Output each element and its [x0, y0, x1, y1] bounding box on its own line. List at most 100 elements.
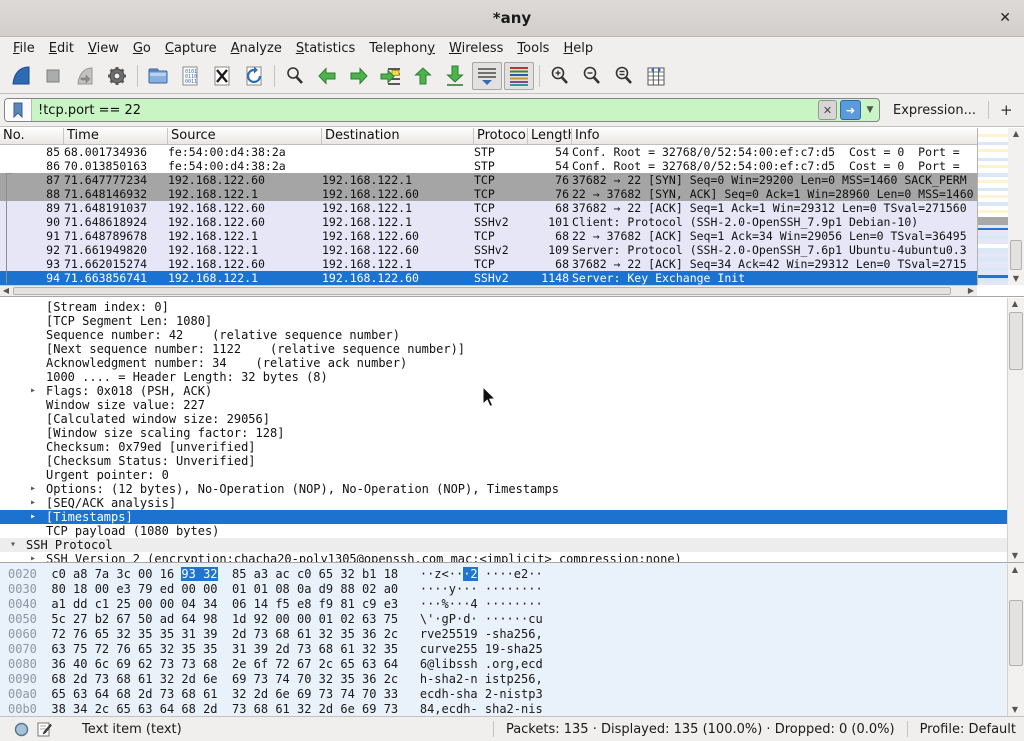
open-file-icon[interactable] — [143, 62, 173, 90]
close-window-button[interactable]: ✕ — [999, 0, 1011, 36]
hex-row[interactable]: 0080 36 40 6c 69 62 73 73 68 2e 6f 72 67… — [8, 657, 543, 672]
expand-icon[interactable]: ▸ — [30, 482, 36, 496]
packet-row[interactable]: 9471.663856741192.168.122.1192.168.122.6… — [0, 271, 977, 285]
column-header-info[interactable]: Info — [572, 128, 1007, 144]
scroll-right-arrow[interactable]: ▶ — [965, 286, 977, 296]
packet-row[interactable]: 8871.648146932192.168.122.1192.168.122.6… — [0, 187, 977, 201]
capture-options-icon[interactable] — [102, 62, 132, 90]
menu-telephony[interactable]: Telephony — [362, 40, 442, 57]
add-filter-button[interactable]: + — [1000, 101, 1013, 119]
detail-line[interactable]: ▸Flags: 0x018 (PSH, ACK) — [0, 384, 1007, 398]
hex-row[interactable]: 0030 80 18 00 e3 79 ed 00 00 01 01 08 0a… — [8, 582, 543, 597]
restart-capture-icon[interactable] — [70, 62, 100, 90]
close-file-icon[interactable] — [207, 62, 237, 90]
zoom-in-icon[interactable] — [545, 62, 575, 90]
expand-icon[interactable]: ▸ — [30, 496, 36, 510]
hex-row[interactable]: 00a0 65 63 64 68 2d 73 68 61 32 2d 6e 69… — [8, 687, 543, 702]
detail-line[interactable]: 1000 .... = Header Length: 32 bytes (8) — [0, 370, 1007, 384]
stop-capture-icon[interactable] — [38, 62, 68, 90]
go-last-packet-icon[interactable] — [440, 62, 470, 90]
detail-line[interactable]: ▾SSH Protocol — [0, 538, 1007, 552]
scroll-down-arrow[interactable]: ▼ — [1009, 551, 1021, 561]
scroll-down-arrow[interactable]: ▼ — [1009, 705, 1021, 715]
filter-dropdown-caret[interactable]: ▼ — [864, 101, 876, 119]
column-header-no[interactable]: No. — [0, 128, 64, 144]
reload-file-icon[interactable] — [239, 62, 269, 90]
hex-row[interactable]: 0090 68 2d 73 68 61 32 2d 6e 69 73 74 70… — [8, 672, 543, 687]
hex-row[interactable]: 0070 63 75 72 76 65 32 35 35 31 39 2d 73… — [8, 642, 543, 657]
zoom-original-icon[interactable] — [609, 62, 639, 90]
save-file-icon[interactable]: 010101100011 — [175, 62, 205, 90]
detail-line[interactable]: [Stream index: 0] — [0, 300, 1007, 314]
menu-capture[interactable]: Capture — [158, 40, 224, 57]
detail-line[interactable]: [Next sequence number: 1122 (relative se… — [0, 342, 1007, 356]
scroll-up-arrow[interactable]: ▲ — [1009, 299, 1021, 309]
packet-row[interactable]: 8771.647777234192.168.122.60192.168.122.… — [0, 173, 977, 187]
hex-row[interactable]: 0060 72 76 65 32 35 35 31 39 2d 73 68 61… — [8, 627, 543, 642]
detail-line[interactable]: [Window size scaling factor: 128] — [0, 426, 1007, 440]
menu-file[interactable]: File — [6, 40, 42, 57]
detail-line[interactable]: ▸[SEQ/ACK analysis] — [0, 496, 1007, 510]
filter-bookmark-button[interactable] — [5, 99, 32, 121]
menu-wireless[interactable]: Wireless — [442, 40, 510, 57]
menu-analyze[interactable]: Analyze — [224, 40, 289, 57]
detail-line[interactable]: [Calculated window size: 29056] — [0, 412, 1007, 426]
zoom-out-icon[interactable] — [577, 62, 607, 90]
packet-row[interactable]: 8971.648191037192.168.122.60192.168.122.… — [0, 201, 977, 215]
packet-row[interactable]: 8670.013850163fe:54:00:d4:38:2aSTP54Conf… — [0, 159, 977, 173]
scroll-thumb[interactable] — [1009, 312, 1023, 370]
filter-apply-button[interactable]: ➜ — [840, 100, 861, 120]
packet-list-hscrollbar[interactable]: ◀ ▶ — [0, 285, 977, 296]
menu-statistics[interactable]: Statistics — [289, 40, 362, 57]
scroll-thumb[interactable] — [13, 287, 951, 295]
detail-line[interactable]: Acknowledgment number: 34 (relative ack … — [0, 356, 1007, 370]
auto-scroll-icon[interactable] — [472, 62, 502, 90]
detail-line[interactable]: Window size value: 227 — [0, 398, 1007, 412]
packet-row[interactable]: 9271.661949820192.168.122.1192.168.122.6… — [0, 243, 977, 257]
detail-line[interactable]: [Checksum Status: Unverified] — [0, 454, 1007, 468]
start-capture-icon[interactable] — [6, 62, 36, 90]
detail-line[interactable]: ▸[Timestamps] — [0, 510, 1007, 524]
capture-comment-icon[interactable] — [37, 721, 52, 737]
scroll-left-arrow[interactable]: ◀ — [0, 286, 12, 296]
hex-row[interactable]: 0050 5c 27 b2 67 50 ad 64 98 1d 92 00 00… — [8, 612, 543, 627]
hex-row[interactable]: 0020 c0 a8 7a 3c 00 16 93 32 85 a3 ac c0… — [8, 567, 543, 582]
detail-line[interactable]: Checksum: 0x79ed [unverified] — [0, 440, 1007, 454]
display-filter-input[interactable] — [32, 99, 818, 121]
expression-button[interactable]: Expression... — [893, 103, 976, 118]
detail-line[interactable]: [TCP Segment Len: 1080] — [0, 314, 1007, 328]
minimap[interactable] — [977, 128, 1009, 285]
menu-edit[interactable]: Edit — [42, 40, 81, 57]
filter-clear-button[interactable]: ✕ — [818, 100, 837, 120]
colorize-icon[interactable] — [504, 62, 534, 90]
packet-row[interactable]: 9171.648789678192.168.122.1192.168.122.6… — [0, 229, 977, 243]
go-first-packet-icon[interactable] — [408, 62, 438, 90]
detail-line[interactable]: ▸Options: (12 bytes), No-Operation (NOP)… — [0, 482, 1007, 496]
detail-line[interactable]: ▸SSH Version 2 (encryption:chacha20-poly… — [0, 552, 1007, 562]
expand-icon[interactable]: ▸ — [30, 384, 36, 398]
column-header-destination[interactable]: Destination — [322, 128, 474, 144]
column-header-time[interactable]: Time — [64, 128, 168, 144]
go-to-packet-icon[interactable] — [376, 62, 406, 90]
go-back-icon[interactable] — [312, 62, 342, 90]
packet-row[interactable]: 9371.662015274192.168.122.60192.168.122.… — [0, 257, 977, 271]
find-packet-icon[interactable] — [280, 62, 310, 90]
column-header-source[interactable]: Source — [168, 128, 322, 144]
hex-row[interactable]: 0040 a1 dd c1 25 00 00 04 34 06 14 f5 e8… — [8, 597, 543, 612]
hex-row[interactable]: 00b0 38 34 2c 65 63 64 68 2d 73 68 61 32… — [8, 702, 543, 716]
scroll-thumb[interactable] — [1010, 240, 1022, 270]
column-header-protocol[interactable]: Protocol — [474, 128, 528, 144]
packet-row[interactable]: 9071.648618924192.168.122.60192.168.122.… — [0, 215, 977, 229]
details-vscrollbar[interactable]: ▲ ▼ — [1007, 298, 1024, 562]
expert-info-icon[interactable] — [14, 722, 29, 737]
detail-line[interactable]: Urgent pointer: 0 — [0, 468, 1007, 482]
scroll-up-arrow[interactable]: ▲ — [1010, 129, 1022, 139]
detail-line[interactable]: TCP payload (1080 bytes) — [0, 524, 1007, 538]
collapse-icon[interactable]: ▾ — [10, 538, 16, 552]
menu-go[interactable]: Go — [126, 40, 158, 57]
packet-row[interactable]: 8568.001734936fe:54:00:d4:38:2aSTP54Conf… — [0, 145, 977, 159]
go-forward-icon[interactable] — [344, 62, 374, 90]
status-profile[interactable]: Profile: Default — [920, 722, 1016, 737]
menu-help[interactable]: Help — [556, 40, 600, 57]
detail-line[interactable]: Sequence number: 42 (relative sequence n… — [0, 328, 1007, 342]
